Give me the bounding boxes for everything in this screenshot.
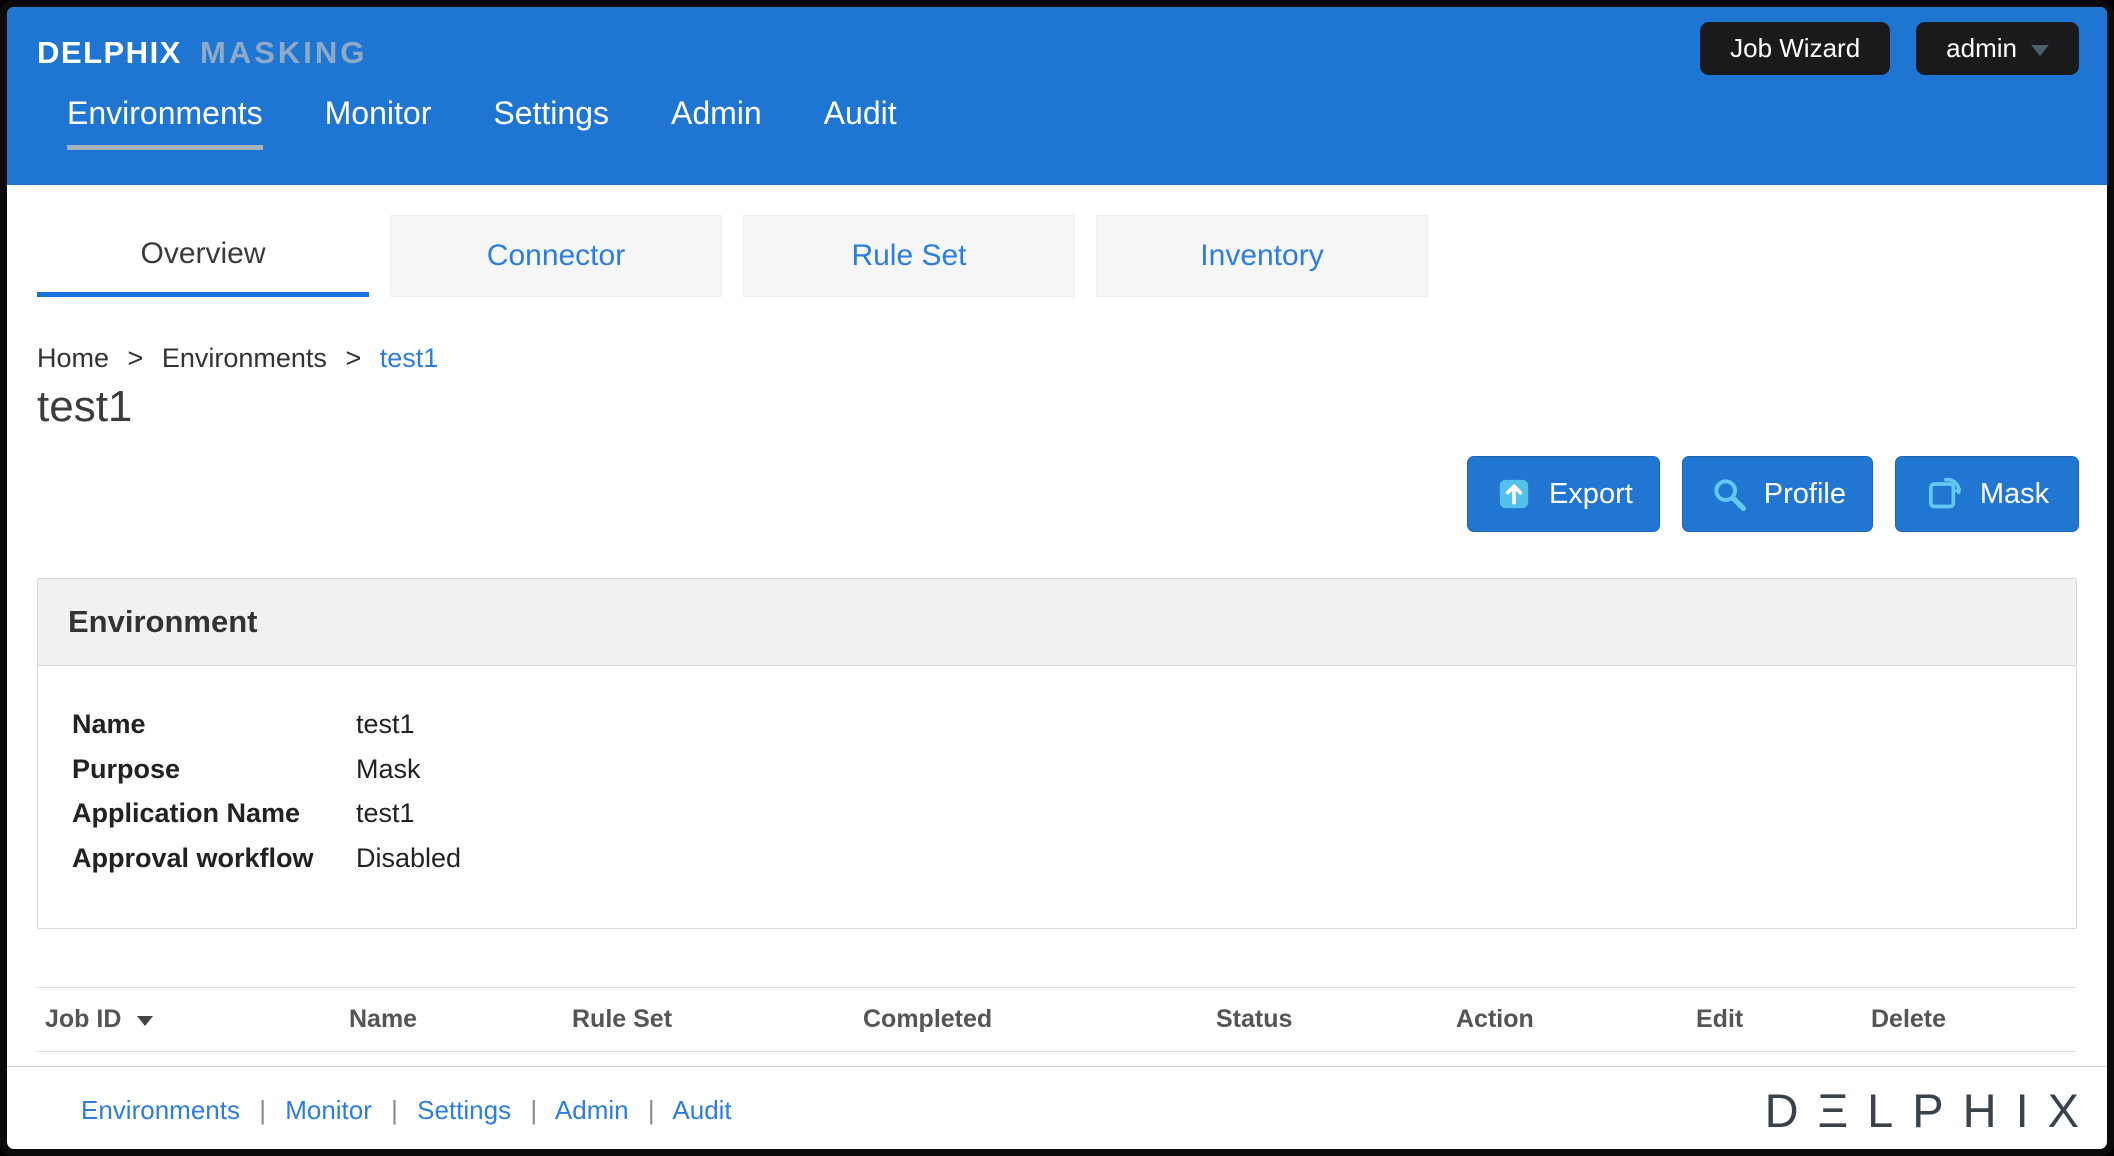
environment-tabs: Overview Connector Rule Set Inventory [37,215,2077,297]
footer-link-settings[interactable]: Settings [417,1095,511,1125]
nav-environments[interactable]: Environments [67,95,263,150]
column-header-status[interactable]: Status [1216,1005,1456,1034]
column-label-job-id: Job ID [45,1005,121,1033]
breadcrumb: Home > Environments > test1 [37,343,2077,374]
environment-panel-body: Name test1 Purpose Mask Application Name… [38,666,2076,928]
column-header-action[interactable]: Action [1456,1005,1696,1034]
breadcrumb-home[interactable]: Home [37,343,109,373]
sort-desc-icon [137,1016,153,1026]
nav-admin[interactable]: Admin [671,95,762,150]
field-label-application-name: Application Name [72,791,356,836]
mask-button-label: Mask [1980,478,2049,511]
column-label-action: Action [1456,1005,1534,1033]
field-row-name: Name test1 [72,702,2076,747]
page-title: test1 [37,382,2077,432]
app-header: DELPHIX MASKING Job Wizard admin Environ… [7,7,2107,185]
nav-settings[interactable]: Settings [493,95,609,150]
tab-overview[interactable]: Overview [37,215,369,297]
footer-separator: | [648,1095,655,1125]
brand-logo: DELPHIX MASKING [37,22,367,71]
header-top-row: DELPHIX MASKING Job Wizard admin [37,7,2079,75]
export-button[interactable]: Export [1467,456,1660,532]
column-header-job-id[interactable]: Job ID [37,1005,349,1034]
breadcrumb-current: test1 [380,343,439,373]
header-actions: Job Wizard admin [1700,22,2079,75]
tab-connector[interactable]: Connector [390,215,722,297]
job-wizard-button[interactable]: Job Wizard [1700,22,1890,75]
environment-panel: Environment Name test1 Purpose Mask Appl… [37,578,2077,929]
column-label-completed: Completed [863,1005,992,1033]
export-icon [1494,474,1534,514]
footer-link-environments[interactable]: Environments [81,1095,240,1125]
field-row-approval-workflow: Approval workflow Disabled [72,836,2076,881]
tab-rule-set[interactable]: Rule Set [743,215,1075,297]
field-label-name: Name [72,702,356,747]
field-label-purpose: Purpose [72,747,356,792]
chevron-down-icon [2031,45,2049,56]
field-row-purpose: Purpose Mask [72,747,2076,792]
column-header-name[interactable]: Name [349,1005,572,1034]
column-header-rule-set[interactable]: Rule Set [572,1005,863,1034]
column-header-completed[interactable]: Completed [863,1005,1216,1034]
profile-search-icon [1709,474,1749,514]
mask-icon [1925,474,1965,514]
mask-button[interactable]: Mask [1895,456,2079,532]
field-value-purpose: Mask [356,747,421,792]
user-name: admin [1946,33,2017,64]
footer-separator: | [391,1095,398,1125]
column-header-delete[interactable]: Delete [1871,1005,2077,1034]
nav-monitor[interactable]: Monitor [325,95,432,150]
footer-link-monitor[interactable]: Monitor [285,1095,372,1125]
profile-button-label: Profile [1764,478,1846,511]
footer-links: Environments | Monitor | Settings | Admi… [81,1095,732,1126]
column-label-name: Name [349,1005,417,1033]
brand-secondary: MASKING [200,35,367,70]
field-value-name: test1 [356,702,415,747]
footer: Environments | Monitor | Settings | Admi… [7,1066,2107,1154]
jobs-table-header: Job ID Name Rule Set Completed Status Ac… [37,987,2077,1052]
app-window: DELPHIX MASKING Job Wizard admin Environ… [0,0,2114,1156]
field-value-approval-workflow: Disabled [356,836,461,881]
breadcrumb-environments[interactable]: Environments [162,343,327,373]
column-label-edit: Edit [1696,1005,1743,1033]
footer-link-audit[interactable]: Audit [672,1095,731,1125]
footer-separator: | [259,1095,266,1125]
environment-panel-title: Environment [38,579,2076,666]
field-label-approval-workflow: Approval workflow [72,836,356,881]
breadcrumb-separator: > [345,343,361,373]
export-button-label: Export [1549,478,1633,511]
user-menu-button[interactable]: admin [1916,22,2079,75]
footer-separator: | [530,1095,537,1125]
column-label-status: Status [1216,1005,1292,1033]
column-label-rule-set: Rule Set [572,1005,672,1033]
delphix-logo: DΞLPHIX [1765,1087,2098,1134]
breadcrumb-separator: > [128,343,144,373]
footer-link-admin[interactable]: Admin [555,1095,629,1125]
brand-primary: DELPHIX [37,35,182,70]
main-nav: Environments Monitor Settings Admin Audi… [37,95,2079,150]
column-label-delete: Delete [1871,1005,1946,1033]
field-value-application-name: test1 [356,791,415,836]
tab-inventory[interactable]: Inventory [1096,215,1428,297]
nav-audit[interactable]: Audit [824,95,897,150]
action-buttons: Export Profile Mask [35,456,2079,532]
column-header-edit[interactable]: Edit [1696,1005,1871,1034]
field-row-application-name: Application Name test1 [72,791,2076,836]
profile-button[interactable]: Profile [1682,456,1873,532]
